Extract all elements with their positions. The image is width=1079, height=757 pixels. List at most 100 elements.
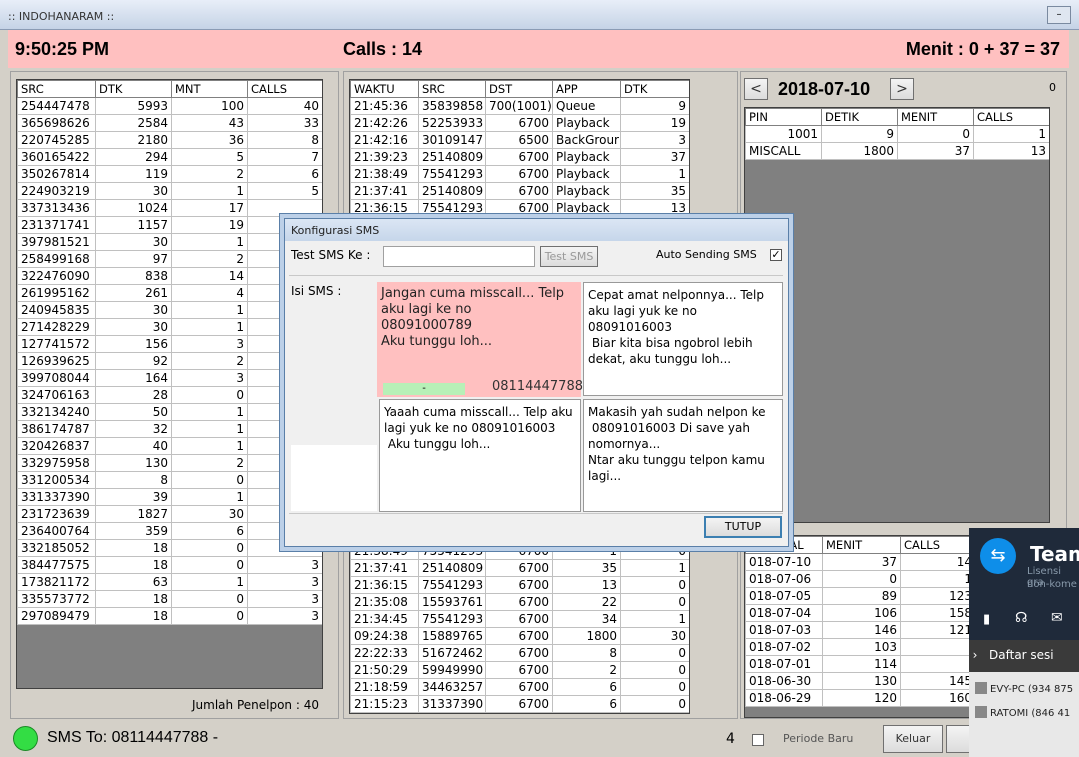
tutup-button[interactable]: TUTUP [704,516,782,538]
column-header[interactable]: SRC [17,80,96,98]
table-row[interactable]: 332134240 50 1 [17,403,322,421]
column-header[interactable]: MENIT [822,536,901,554]
keluar-button[interactable]: Keluar [883,725,943,753]
column-header[interactable]: CALLS [973,108,1049,126]
table-row[interactable]: 21:36:15 75541293 6700 Playback 13 [350,199,689,217]
table-row[interactable]: 360165422 294 5 7 [17,148,322,166]
table-row[interactable]: 018-06-30 130 145 [745,672,973,690]
table-row[interactable]: 126939625 92 2 [17,352,322,370]
table-row[interactable]: 399708044 164 3 [17,369,322,387]
table-row[interactable]: 324706163 28 0 [17,386,322,404]
table-row[interactable]: 320426837 40 1 [17,437,322,455]
table-row[interactable]: 331200534 8 0 [17,471,322,489]
table-row[interactable]: 386174787 32 1 [17,420,322,438]
minimize-button[interactable]: – [1047,6,1071,24]
expand-chevron-icon[interactable]: › [969,642,983,668]
table-row[interactable]: 335573772 18 0 3 [17,590,322,608]
column-header[interactable]: MENIT [897,108,974,126]
table-row[interactable]: 332975958 130 2 [17,454,322,472]
table-row[interactable]: 21:15:23 31337390 6700 6 0 [350,695,689,713]
table-row[interactable]: 21:45:36 35839858 700(1001) Queue 9 [350,97,689,115]
table-row[interactable]: 224903219 30 1 5 [17,182,322,200]
auto-sending-checkbox[interactable]: ✓ [770,249,782,261]
video-icon[interactable]: ▮ [983,612,990,627]
table-row[interactable]: 397981521 30 1 [17,233,322,251]
table-row[interactable]: 21:42:16 30109147 6500 BackGrour 3 [350,131,689,149]
table-row[interactable]: 018-07-03 146 121 [745,621,973,639]
pin-grid[interactable]: PIN DETIK MENIT CALLS 1001 9 0 1 MISCALL 1800 37 1… [744,107,1050,523]
table-row[interactable]: 231371741 1157 19 [17,216,322,234]
table-row[interactable]: 1001 9 0 1 [745,125,1049,143]
table-row[interactable]: 21:38:49 75541293 6700 Playback 1 [350,165,689,183]
table-row[interactable]: 297089479 18 0 3 [17,607,322,625]
prev-date-button[interactable]: < [744,78,768,100]
column-header[interactable]: MNT [171,80,248,98]
column-header[interactable]: SRC [418,80,486,98]
session-item[interactable]: EVY-PC (934 875 [975,682,1079,700]
next-date-button[interactable]: > [890,78,914,100]
table-row[interactable]: 365698626 2584 43 33 [17,114,322,132]
table-cell: 3 [171,335,248,353]
table-row[interactable]: 350267814 119 2 6 [17,165,322,183]
table-row[interactable]: 240945835 30 1 [17,301,322,319]
table-row[interactable]: 21:37:41 25140809 6700 Playback 35 [350,182,689,200]
table-row[interactable]: 018-07-04 106 158 [745,604,973,622]
daily-grid[interactable]: TANGGALMENITCALLS 018-07-103714018-07-06… [744,535,974,718]
sms-template-2[interactable]: Cepat amat nelponnya... Telp aku lagi yu… [583,282,783,396]
table-row[interactable]: 21:36:15 75541293 6700 13 0 [350,576,689,594]
test-sms-input[interactable] [383,246,535,267]
table-row[interactable]: 23640076435963 [17,522,322,540]
table-row[interactable]: 384477575 18 0 3 [17,556,322,574]
table-row[interactable]: 018-07-02 103 [745,638,973,656]
table-cell: 22 [552,593,621,611]
chat-icon[interactable]: ✉ [1051,610,1063,626]
table-row[interactable]: 21:34:45 75541293 6700 34 1 [350,610,689,628]
table-row[interactable]: 018-06-29 120 160 [745,689,973,707]
periode-baru-label[interactable]: Periode Baru [783,732,853,745]
column-header[interactable]: DTK [95,80,172,98]
sms-template-3[interactable]: Yaaah cuma misscall... Telp aku lagi yuk… [379,399,581,512]
column-header[interactable]: DETIK [821,108,898,126]
table-row[interactable]: 254447478 5993 100 40 [17,97,322,115]
table-row[interactable]: 018-07-10 37 14 [745,553,973,571]
table-row[interactable]: 220745285 2180 36 8 [17,131,322,149]
table-row[interactable]: 332185052 18 0 3 [17,539,322,557]
table-row[interactable]: 322476090 838 14 [17,267,322,285]
table-row[interactable]: 09:24:38 15889765 6700 1800 30 [350,627,689,645]
table-row[interactable]: MISCALL 1800 37 13 [745,142,1049,160]
column-header[interactable]: DST [485,80,553,98]
table-row[interactable]: 21:50:29 59949990 6700 2 0 [350,661,689,679]
table-row[interactable]: 173821172 63 1 3 [17,573,322,591]
table-row[interactable]: 261995162 261 4 [17,284,322,302]
sms-template-4[interactable]: Makasih yah sudah nelpon ke 08091016003 … [583,399,783,512]
table-cell: 0 [171,539,248,557]
session-section-header[interactable]: Daftar sesi [969,640,1079,672]
headset-icon[interactable]: ☊ [1015,610,1027,626]
session-item[interactable]: RATOMI (846 41 [975,706,1079,724]
column-header[interactable]: WAKTU [350,80,419,98]
table-row[interactable]: 018-07-0601 [745,570,973,588]
src-summary-grid[interactable]: SRC DTK MNT CALLS 254447478 5993 100 40 3656986… [16,79,323,689]
table-row[interactable]: 331337390 39 1 [17,488,322,506]
table-row[interactable]: 21:39:23 25140809 6700 Playback 37 [350,148,689,166]
periode-checkbox[interactable] [752,734,764,746]
table-row[interactable]: 21:37:41 25140809 6700 35 1 [350,559,689,577]
table-row[interactable]: 018-07-05 89 123 [745,587,973,605]
table-cell: 75541293 [418,610,486,628]
column-header[interactable]: APP [552,80,621,98]
table-row[interactable]: 21:35:08 15593761 6700 22 0 [350,593,689,611]
table-row[interactable]: 22:22:33 51672462 6700 8 0 [350,644,689,662]
table-row[interactable]: 2317236391827304 [17,505,322,523]
column-header[interactable]: CALLS [247,80,322,98]
table-row[interactable]: 258499168 97 2 [17,250,322,268]
table-row[interactable]: 337313436 1024 17 [17,199,322,217]
table-row[interactable]: 018-07-01 114 [745,655,973,673]
column-header[interactable]: PIN [745,108,822,126]
test-sms-button[interactable]: Test SMS [540,246,598,267]
table-row[interactable]: 21:42:26 52253933 6700 Playback 19 [350,114,689,132]
table-row[interactable]: 271428229 30 1 [17,318,322,336]
table-row[interactable]: 21:18:59 34463257 6700 6 0 [350,678,689,696]
column-header[interactable]: DTK [620,80,689,98]
table-row[interactable]: 127741572 156 3 [17,335,322,353]
column-header[interactable]: CALLS [900,536,973,554]
